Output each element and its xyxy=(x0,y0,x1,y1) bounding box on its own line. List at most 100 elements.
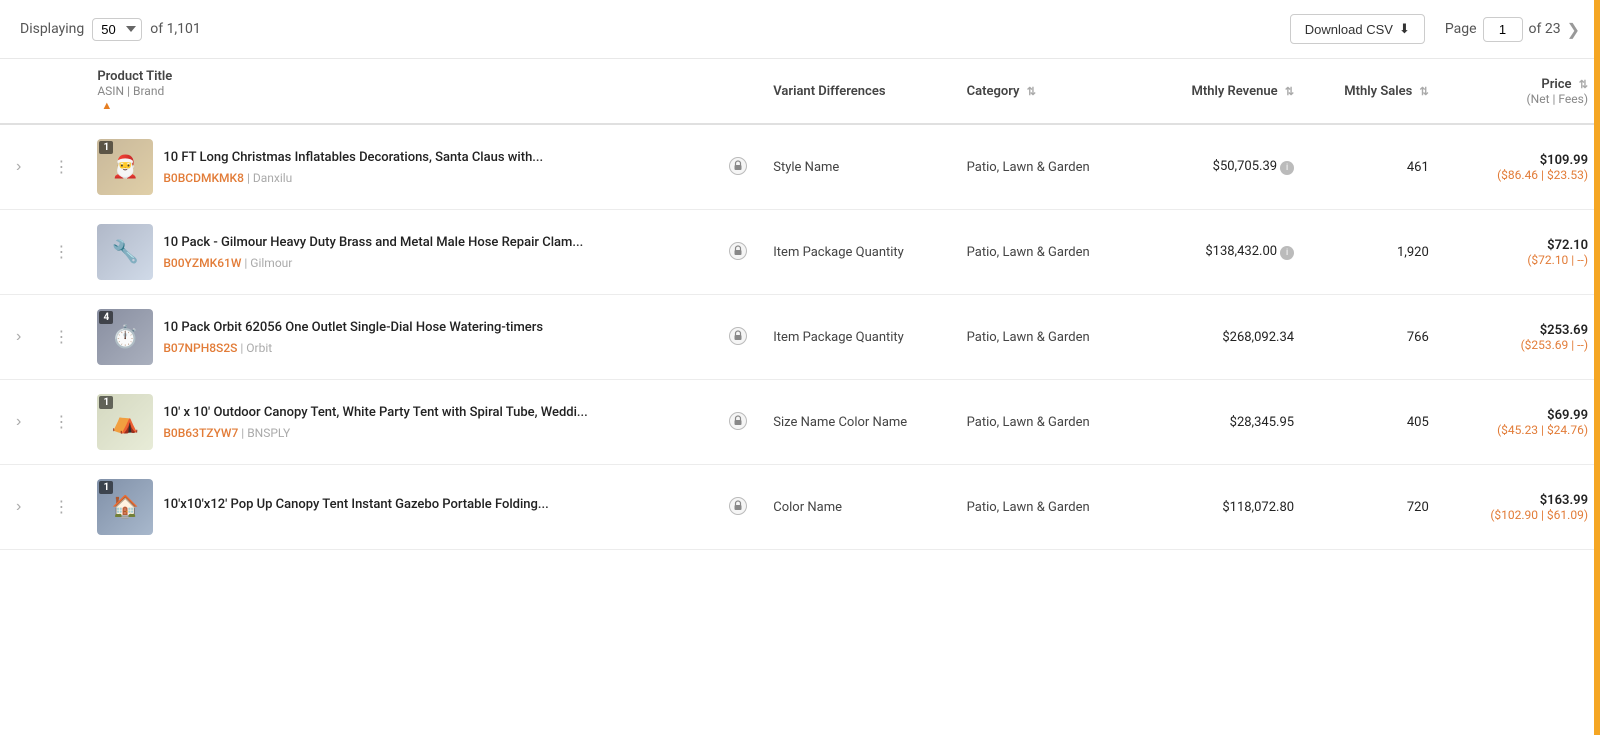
col-variant-label: Variant Differences xyxy=(773,84,885,99)
price-main: $253.69 xyxy=(1453,323,1588,338)
product-thumb-wrap: 🎅 1 xyxy=(97,139,153,195)
product-brand: | Orbit xyxy=(240,341,272,355)
page-label: Page xyxy=(1445,21,1477,37)
lock-button[interactable] xyxy=(727,240,749,262)
pagination-area: Page of 23 ❯ xyxy=(1445,17,1580,42)
sales-value: 720 xyxy=(1407,500,1429,515)
price-sub: ($86.46 | $23.53) xyxy=(1453,168,1588,182)
table-row: › ⋮ 🏠 1 10'x10'x12' Pop Up Canopy Tent In… xyxy=(0,465,1600,550)
price-sub: ($102.90 | $61.09) xyxy=(1453,508,1588,522)
top-bar-left: Displaying 50 25 100 of 1,101 xyxy=(20,18,201,41)
product-asin[interactable]: B07NPH8S2S xyxy=(163,341,237,355)
col-product-title[interactable]: Product Title ASIN | Brand ▲ xyxy=(85,59,715,124)
expand-button[interactable]: › xyxy=(12,496,25,518)
col-sales[interactable]: Mthly Sales ⇅ xyxy=(1306,59,1441,124)
row-menu-button[interactable]: ⋮ xyxy=(49,495,73,519)
product-info-cell: 🔧 10 Pack - Gilmour Heavy Duty Brass and… xyxy=(97,224,617,280)
revenue-cell: $118,072.80 xyxy=(1135,465,1306,550)
price-cell: $69.99 ($45.23 | $24.76) xyxy=(1441,380,1600,465)
product-asin[interactable]: B00YZMK61W xyxy=(163,256,241,270)
expand-button[interactable]: › xyxy=(12,326,25,348)
total-count: 1,101 xyxy=(167,21,201,37)
row-menu-button[interactable]: ⋮ xyxy=(49,155,73,179)
revenue-info-icon[interactable]: i xyxy=(1280,246,1294,260)
lock-button[interactable] xyxy=(727,495,749,517)
price-main: $163.99 xyxy=(1453,493,1588,508)
table-row: › ⋮ 🎅 1 10 FT Long Christmas Inflatables … xyxy=(0,124,1600,210)
lock-cell xyxy=(715,465,761,550)
product-info-cell: 🎅 1 10 FT Long Christmas Inflatables Dec… xyxy=(97,139,617,195)
col-expand xyxy=(0,59,37,124)
product-title: 10'x10'x12' Pop Up Canopy Tent Instant G… xyxy=(163,496,548,514)
expand-cell: › xyxy=(0,465,37,550)
lock-cell xyxy=(715,124,761,210)
product-details: 10 Pack - Gilmour Heavy Duty Brass and M… xyxy=(163,234,583,270)
row-menu-button[interactable]: ⋮ xyxy=(49,240,73,264)
product-cell: 🏠 1 10'x10'x12' Pop Up Canopy Tent Insta… xyxy=(85,465,715,550)
revenue-value: $50,705.39 xyxy=(1213,159,1277,174)
lock-button[interactable] xyxy=(727,410,749,432)
product-brand: | BNSPLY xyxy=(241,426,290,440)
menu-cell: ⋮ xyxy=(37,124,85,210)
col-category-label: Category xyxy=(967,84,1020,99)
product-meta: B07NPH8S2S | Orbit xyxy=(163,341,543,355)
table-body: › ⋮ 🎅 1 10 FT Long Christmas Inflatables … xyxy=(0,124,1600,550)
menu-cell: ⋮ xyxy=(37,380,85,465)
product-title: 10' x 10' Outdoor Canopy Tent, White Par… xyxy=(163,404,587,422)
lock-cell xyxy=(715,295,761,380)
col-revenue-sort-icon: ⇅ xyxy=(1285,85,1294,98)
sales-cell: 766 xyxy=(1306,295,1441,380)
download-icon: ⬇ xyxy=(1399,21,1410,37)
lock-button[interactable] xyxy=(727,325,749,347)
sales-value: 1,920 xyxy=(1397,245,1429,260)
lock-button[interactable] xyxy=(727,155,749,177)
expand-button[interactable]: › xyxy=(12,156,25,178)
products-table: Product Title ASIN | Brand ▲ Variant Dif… xyxy=(0,59,1600,550)
sales-value: 461 xyxy=(1407,160,1429,175)
top-bar: Displaying 50 25 100 of 1,101 Download C… xyxy=(0,0,1600,59)
col-price-label: Price xyxy=(1541,77,1571,92)
col-price[interactable]: Price ⇅ (Net | Fees) xyxy=(1441,59,1600,124)
displaying-label: Displaying xyxy=(20,21,84,37)
revenue-info-icon[interactable]: i xyxy=(1280,161,1294,175)
product-meta: B00YZMK61W | Gilmour xyxy=(163,256,583,270)
col-variant: Variant Differences xyxy=(761,59,954,124)
download-csv-button[interactable]: Download CSV ⬇ xyxy=(1290,14,1425,44)
row-menu-button[interactable]: ⋮ xyxy=(49,325,73,349)
per-page-select[interactable]: 50 25 100 xyxy=(92,18,142,41)
revenue-value: $138,432.00 xyxy=(1205,244,1277,259)
product-thumb-wrap: 🔧 xyxy=(97,224,153,280)
product-meta: B0BCDMKMK8 | Danxilu xyxy=(163,171,543,185)
category-cell: Patio, Lawn & Garden xyxy=(955,380,1135,465)
col-sales-label: Mthly Sales xyxy=(1344,84,1412,99)
col-category[interactable]: Category ⇅ xyxy=(955,59,1135,124)
product-title: 10 Pack Orbit 62056 One Outlet Single-Di… xyxy=(163,319,543,337)
product-asin[interactable]: B0BCDMKMK8 xyxy=(163,171,244,185)
product-meta: B0B63TZYW7 | BNSPLY xyxy=(163,426,587,440)
page-input[interactable] xyxy=(1483,17,1523,42)
col-price-sub: (Net | Fees) xyxy=(1453,92,1588,106)
table-row: ›⋮ ⛺ 1 10' x 10' Outdoor Canopy Tent, Wh… xyxy=(0,380,1600,465)
price-main: $72.10 xyxy=(1453,238,1588,253)
product-thumb-wrap: 🏠 1 xyxy=(97,479,153,535)
variant-cell: Size Name Color Name xyxy=(761,380,954,465)
lock-icon xyxy=(729,412,747,430)
product-info-cell: ⏱️ 4 10 Pack Orbit 62056 One Outlet Sing… xyxy=(97,309,617,365)
table-header-row: Product Title ASIN | Brand ▲ Variant Dif… xyxy=(0,59,1600,124)
table-wrapper: Product Title ASIN | Brand ▲ Variant Dif… xyxy=(0,59,1600,550)
price-sub: ($45.23 | $24.76) xyxy=(1453,423,1588,437)
menu-cell: ⋮ xyxy=(37,210,85,295)
product-info-cell: 🏠 1 10'x10'x12' Pop Up Canopy Tent Insta… xyxy=(97,479,617,535)
category-cell: Patio, Lawn & Garden xyxy=(955,210,1135,295)
next-page-icon[interactable]: ❯ xyxy=(1567,20,1580,39)
row-menu-button[interactable]: ⋮ xyxy=(49,410,73,434)
expand-cell: › xyxy=(0,124,37,210)
top-bar-right: Download CSV ⬇ Page of 23 ❯ xyxy=(1290,14,1580,44)
col-revenue[interactable]: Mthly Revenue ⇅ xyxy=(1135,59,1306,124)
col-lock xyxy=(715,59,761,124)
lock-icon xyxy=(729,242,747,260)
product-asin[interactable]: B0B63TZYW7 xyxy=(163,426,238,440)
sales-cell: 405 xyxy=(1306,380,1441,465)
product-cell: ⏱️ 4 10 Pack Orbit 62056 One Outlet Sing… xyxy=(85,295,715,380)
expand-button[interactable]: › xyxy=(12,411,25,433)
